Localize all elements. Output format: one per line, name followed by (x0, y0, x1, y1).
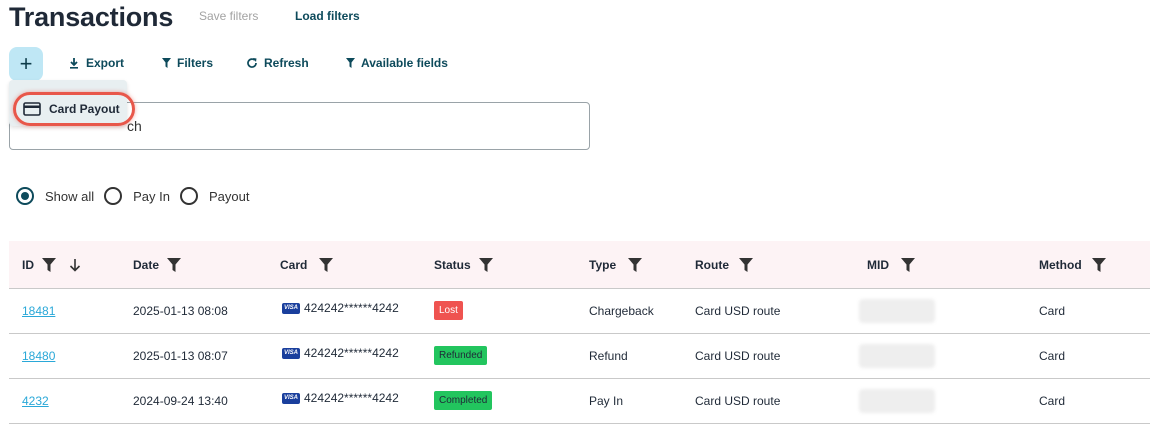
visa-icon: VISA (282, 302, 300, 314)
column-header-mid[interactable]: MID (867, 258, 915, 272)
row-mid-redacted (859, 389, 935, 413)
row-card-number: 424242******4242 (304, 391, 399, 405)
row-card: VISA 424242******4242 (282, 301, 399, 315)
menu-item-card-payout[interactable]: Card Payout (13, 92, 135, 126)
transactions-table: ID Date Card Status Type Route MID Metho… (9, 241, 1150, 424)
add-button[interactable]: + (9, 47, 43, 81)
load-filters-link[interactable]: Load filters (295, 9, 360, 23)
column-header-type[interactable]: Type (589, 258, 643, 272)
page-title: Transactions (9, 2, 174, 32)
table-row[interactable]: 18481 2025-01-13 08:08 VISA 424242******… (9, 289, 1150, 334)
visa-icon: VISA (282, 392, 300, 404)
row-card-number: 424242******4242 (304, 346, 399, 360)
refresh-label: Refresh (264, 56, 309, 70)
column-header-label: MID (867, 258, 889, 272)
row-date: 2025-01-13 08:08 (133, 304, 228, 318)
row-method: Card (1039, 349, 1066, 363)
filter-icon[interactable] (739, 258, 753, 272)
row-type: Pay In (589, 394, 624, 408)
column-header-label: Date (133, 258, 160, 272)
row-method: Card (1039, 304, 1066, 318)
filter-icon[interactable] (42, 258, 56, 272)
column-header-route[interactable]: Route (695, 258, 753, 272)
table-row[interactable]: 18480 2025-01-13 08:07 VISA 424242******… (9, 334, 1150, 379)
filter-icon (162, 58, 171, 68)
status-badge: Lost (434, 301, 463, 320)
row-card: VISA 424242******4242 (282, 346, 399, 360)
refresh-button[interactable]: Refresh (246, 56, 309, 70)
column-header-id[interactable]: ID (22, 258, 82, 272)
export-button[interactable]: Export (68, 56, 124, 70)
column-header-label: Card (280, 258, 308, 272)
row-method: Card (1039, 394, 1066, 408)
column-header-label: Type (589, 258, 617, 272)
row-id-link[interactable]: 18481 (22, 304, 55, 318)
column-header-card[interactable]: Card (280, 258, 334, 272)
row-card: VISA 424242******4242 (282, 391, 399, 405)
filter-icon[interactable] (1091, 258, 1106, 272)
available-fields-label: Available fields (361, 56, 448, 70)
column-header-status[interactable]: Status (434, 258, 493, 272)
row-type: Refund (589, 349, 628, 363)
sort-arrow-down-icon[interactable] (68, 258, 82, 272)
radio-pay-in[interactable] (104, 187, 123, 205)
row-route: Card USD route (695, 394, 781, 408)
filter-icon[interactable] (478, 258, 493, 272)
filter-icon (346, 58, 355, 68)
column-header-label: Status (434, 258, 471, 272)
row-mid-redacted (859, 344, 935, 368)
filter-icon[interactable] (167, 258, 182, 272)
save-filters-link[interactable]: Save filters (199, 9, 258, 23)
export-label: Export (86, 56, 125, 70)
available-fields-button[interactable]: Available fields (346, 56, 448, 70)
column-header-method[interactable]: Method (1039, 258, 1106, 272)
status-badge: Refunded (434, 346, 488, 365)
type-filter-radio-group: Show all Pay In Payout (16, 187, 259, 205)
status-badge: Completed (434, 391, 493, 410)
row-route: Card USD route (695, 304, 781, 318)
radio-payout[interactable] (180, 187, 198, 205)
download-icon (70, 58, 78, 69)
filter-icon[interactable] (901, 258, 915, 272)
filter-icon[interactable] (319, 258, 334, 272)
row-mid-redacted (859, 299, 935, 323)
filter-icon[interactable] (628, 258, 643, 272)
column-header-date[interactable]: Date (133, 258, 182, 272)
radio-show-all[interactable] (16, 187, 34, 205)
filters-label: Filters (177, 56, 214, 70)
credit-card-icon (23, 102, 41, 116)
row-date: 2025-01-13 08:07 (133, 349, 228, 363)
column-header-label: ID (22, 258, 34, 272)
row-route: Card USD route (695, 349, 781, 363)
refresh-icon (247, 58, 257, 68)
row-id-link[interactable]: 4232 (22, 394, 49, 408)
row-type: Chargeback (589, 304, 654, 318)
row-id-link[interactable]: 18480 (22, 349, 55, 363)
visa-icon: VISA (282, 347, 300, 359)
menu-item-label: Card Payout (49, 102, 120, 116)
column-header-label: Method (1039, 258, 1082, 272)
table-row[interactable]: 4232 2024-09-24 13:40 VISA 424242******4… (9, 379, 1150, 424)
row-card-number: 424242******4242 (304, 301, 399, 315)
column-header-label: Route (695, 258, 729, 272)
radio-pay-in-label[interactable]: Pay In (133, 189, 170, 204)
radio-payout-label[interactable]: Payout (209, 189, 249, 204)
table-header: ID Date Card Status Type Route MID Metho… (9, 241, 1150, 289)
toolbar: + Export Filters Refresh Available field… (0, 46, 600, 82)
row-date: 2024-09-24 13:40 (133, 394, 228, 408)
filters-button[interactable]: Filters (162, 56, 213, 70)
radio-show-all-label[interactable]: Show all (45, 189, 94, 204)
